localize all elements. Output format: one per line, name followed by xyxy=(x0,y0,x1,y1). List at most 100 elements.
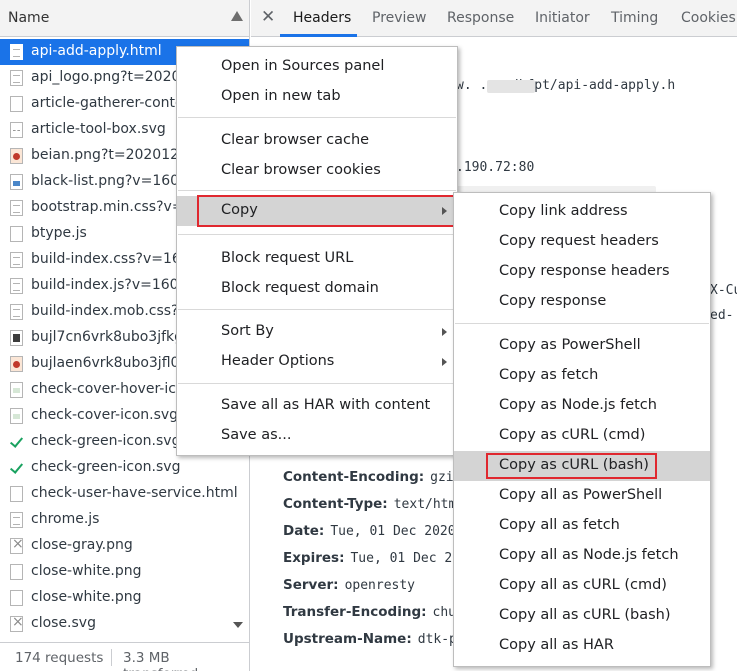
menu-item-label: Block request URL xyxy=(221,250,354,266)
menu-item-copy-request-headers[interactable]: Copy request headers xyxy=(454,227,710,257)
request-name: build-index.mob.css?v= xyxy=(31,303,199,319)
header-key: Date: xyxy=(283,523,325,539)
response-header-row: Date: Tue, 01 Dec 2020 xyxy=(283,523,456,539)
request-row[interactable]: chrome.js xyxy=(0,507,249,533)
header-fragment: ed- xyxy=(710,308,734,323)
context-menu: Open in Sources panel Open in new tab Cl… xyxy=(176,46,458,456)
menu-item-open-in-new-tab[interactable]: Open in new tab xyxy=(177,82,457,112)
status-bar: 174 requests 3.3 MB transferred xyxy=(0,642,249,671)
tab-initiator[interactable]: Initiator xyxy=(535,10,590,26)
document-icon xyxy=(10,486,23,502)
menu-item-copy-as-curl-cmd[interactable]: Copy as cURL (cmd) xyxy=(454,421,710,451)
document-icon xyxy=(10,590,23,606)
menu-item-header-options[interactable]: Header Options xyxy=(177,347,457,377)
response-header-row: Content-Type: text/htm xyxy=(283,496,456,512)
menu-item-label: Clear browser cookies xyxy=(221,162,381,178)
menu-divider xyxy=(455,323,709,324)
redacted-domain xyxy=(487,80,535,93)
menu-item-copy-link-address[interactable]: Copy link address xyxy=(454,197,710,227)
tab-cookies[interactable]: Cookies xyxy=(681,10,736,26)
request-name: api-add-apply.html xyxy=(31,43,162,59)
menu-divider xyxy=(178,117,456,118)
menu-item-label: Copy as PowerShell xyxy=(499,337,641,353)
menu-item-label: Copy as Node.js fetch xyxy=(499,397,657,413)
request-name: article-gatherer-content xyxy=(31,95,198,111)
menu-item-copy-all-as-powershell[interactable]: Copy all as PowerShell xyxy=(454,481,710,511)
menu-item-copy-as-powershell[interactable]: Copy as PowerShell xyxy=(454,331,710,361)
request-name: btype.js xyxy=(31,225,87,241)
request-row[interactable]: check-green-icon.svg xyxy=(0,455,249,481)
request-row[interactable]: close-white.png xyxy=(0,585,249,611)
menu-item-label: Copy all as Node.js fetch xyxy=(499,547,679,563)
request-row[interactable]: close-gray.png xyxy=(0,533,249,559)
menu-divider xyxy=(178,190,456,191)
header-key: Upstream-Name: xyxy=(283,631,412,647)
menu-item-block-request-domain[interactable]: Block request domain xyxy=(177,274,457,304)
detail-tab-bar: ✕ Headers Preview Response Initiator Tim… xyxy=(251,0,737,37)
header-value: dtk-p xyxy=(417,632,457,647)
document-icon xyxy=(10,96,23,112)
request-row[interactable]: close-white.png xyxy=(0,559,249,585)
menu-item-clear-cache[interactable]: Clear browser cache xyxy=(177,126,457,156)
menu-divider xyxy=(178,234,456,235)
image-icon xyxy=(10,356,23,372)
request-name: close.svg xyxy=(31,615,96,631)
menu-item-copy-all-as-har[interactable]: Copy all as HAR xyxy=(454,631,710,661)
menu-item-copy-response-headers[interactable]: Copy response headers xyxy=(454,257,710,287)
document-icon xyxy=(10,564,23,580)
menu-item-copy-all-as-fetch[interactable]: Copy all as fetch xyxy=(454,511,710,541)
document-icon xyxy=(10,44,23,60)
menu-item-copy-response[interactable]: Copy response xyxy=(454,287,710,317)
response-header-row: Transfer-Encoding: chun xyxy=(283,604,464,620)
svg-icon xyxy=(10,122,23,138)
image-icon xyxy=(10,148,23,164)
tab-preview[interactable]: Preview xyxy=(372,10,427,26)
remote-address: .190.72:80 xyxy=(456,160,535,175)
menu-item-copy-all-as-nodejs-fetch[interactable]: Copy all as Node.js fetch xyxy=(454,541,710,571)
request-name: bujl7cn6vrk8ubo3jfkg xyxy=(31,329,184,345)
sort-ascending-icon[interactable] xyxy=(231,11,243,21)
name-column-header[interactable]: Name xyxy=(8,10,49,26)
request-name: check-green-icon.svg xyxy=(31,433,181,449)
menu-item-save-as[interactable]: Save as... xyxy=(177,421,457,451)
menu-item-label: Copy all as HAR xyxy=(499,637,614,653)
tab-timing[interactable]: Timing xyxy=(611,10,658,26)
header-key: Content-Type: xyxy=(283,496,388,512)
menu-item-copy-all-as-curl-bash[interactable]: Copy all as cURL (bash) xyxy=(454,601,710,631)
menu-item-label: Save all as HAR with content xyxy=(221,397,431,413)
image-icon xyxy=(10,330,23,346)
request-row[interactable]: close.svg xyxy=(0,611,249,637)
submenu-arrow-icon xyxy=(442,358,447,366)
menu-item-label: Copy all as PowerShell xyxy=(499,487,663,503)
image-icon xyxy=(10,174,23,190)
menu-item-copy-as-fetch[interactable]: Copy as fetch xyxy=(454,361,710,391)
menu-item-copy-as-nodejs-fetch[interactable]: Copy as Node.js fetch xyxy=(454,391,710,421)
menu-item-save-har[interactable]: Save all as HAR with content xyxy=(177,391,457,421)
header-value: openresty xyxy=(344,578,416,593)
menu-item-block-request-url[interactable]: Block request URL xyxy=(177,244,457,274)
close-icon[interactable]: ✕ xyxy=(261,7,275,27)
tab-response[interactable]: Response xyxy=(447,10,514,26)
tab-headers[interactable]: Headers xyxy=(293,10,351,26)
request-row[interactable]: check-user-have-service.html xyxy=(0,481,249,507)
scroll-down-arrow-icon[interactable] xyxy=(233,622,243,628)
copy-submenu: Copy link address Copy request headers C… xyxy=(453,192,711,667)
copy-curl-bash-highlight-box xyxy=(486,453,657,479)
menu-item-label: Copy as cURL (cmd) xyxy=(499,427,646,443)
image-icon xyxy=(10,70,23,86)
header-key: Server: xyxy=(283,577,339,593)
menu-item-open-in-sources[interactable]: Open in Sources panel xyxy=(177,52,457,82)
menu-item-sort-by[interactable]: Sort By xyxy=(177,317,457,347)
stylesheet-icon xyxy=(10,304,23,320)
header-value: Tue, 01 Dec 2 xyxy=(350,551,453,566)
request-name: close-gray.png xyxy=(31,537,133,553)
menu-item-label: Copy all as cURL (cmd) xyxy=(499,577,667,593)
menu-item-clear-cookies[interactable]: Clear browser cookies xyxy=(177,156,457,186)
request-list-header[interactable]: Name xyxy=(0,0,249,37)
menu-item-copy-all-as-curl-cmd[interactable]: Copy all as cURL (cmd) xyxy=(454,571,710,601)
menu-item-label: Copy response xyxy=(499,293,607,309)
header-value: text/htm xyxy=(393,497,457,512)
request-name: check-green-icon.svg xyxy=(31,459,181,475)
response-header-row: Expires: Tue, 01 Dec 2 xyxy=(283,550,452,566)
copy-highlight-box xyxy=(197,195,455,227)
